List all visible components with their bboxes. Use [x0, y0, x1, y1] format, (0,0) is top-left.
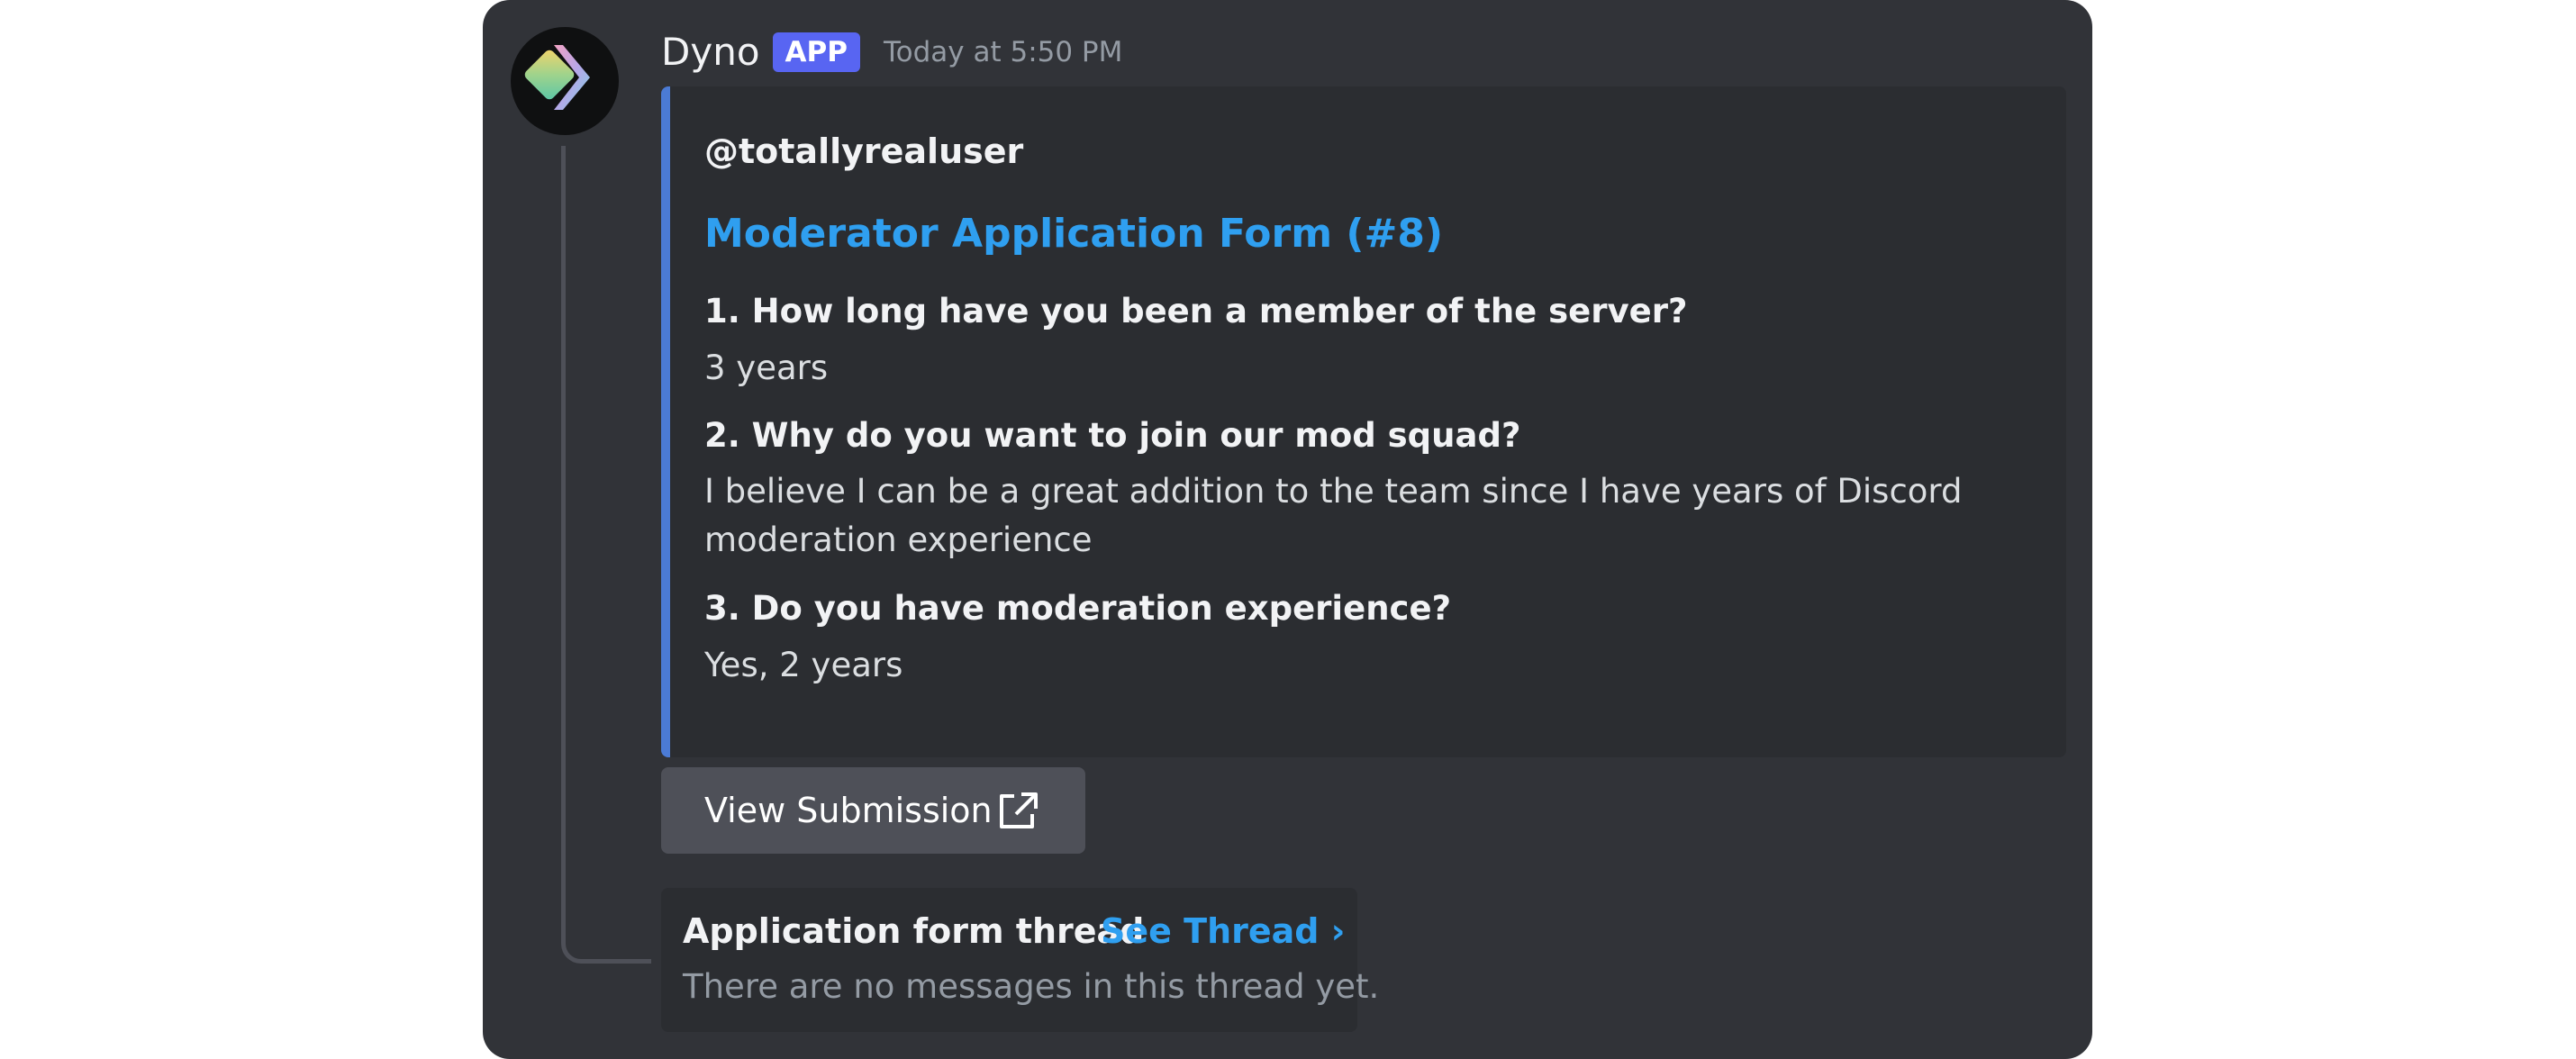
external-link-icon — [1000, 792, 1038, 828]
embed-title[interactable]: Moderator Application Form (#8) — [704, 211, 1443, 257]
message-timestamp[interactable]: Today at 5:50 PM — [884, 25, 1122, 79]
dyno-logo-icon — [524, 45, 590, 110]
field-name: 2. Why do you want to join our mod squad… — [704, 416, 1521, 455]
thread-connector-line — [561, 146, 651, 964]
field-name: 1. How long have you been a member of th… — [704, 292, 1688, 330]
field-name: 3. Do you have moderation experience? — [704, 589, 1452, 628]
thread-empty-text: There are no messages in this thread yet… — [683, 967, 1380, 1006]
see-thread-link[interactable]: See Thread › — [1101, 911, 1345, 951]
embed-author: @totallyrealuser — [704, 131, 1024, 171]
embed: @totallyrealuser Moderator Application F… — [661, 86, 2066, 757]
message-header: Dyno APP Today at 5:50 PM — [661, 25, 1122, 79]
view-submission-label: View Submission — [704, 791, 993, 830]
field-value: 3 years — [704, 348, 829, 387]
app-badge: APP — [772, 32, 860, 72]
thread-name: Application form thread — [683, 911, 1145, 951]
author-name[interactable]: Dyno — [661, 25, 760, 79]
thread-preview[interactable]: Application form thread See Thread › The… — [661, 888, 1379, 1032]
view-submission-button[interactable]: View Submission — [661, 767, 1085, 854]
field-value: I believe I can be a great addition to t… — [704, 472, 1963, 559]
dyno-avatar[interactable] — [511, 27, 619, 135]
field-value: Yes, 2 years — [704, 646, 903, 684]
